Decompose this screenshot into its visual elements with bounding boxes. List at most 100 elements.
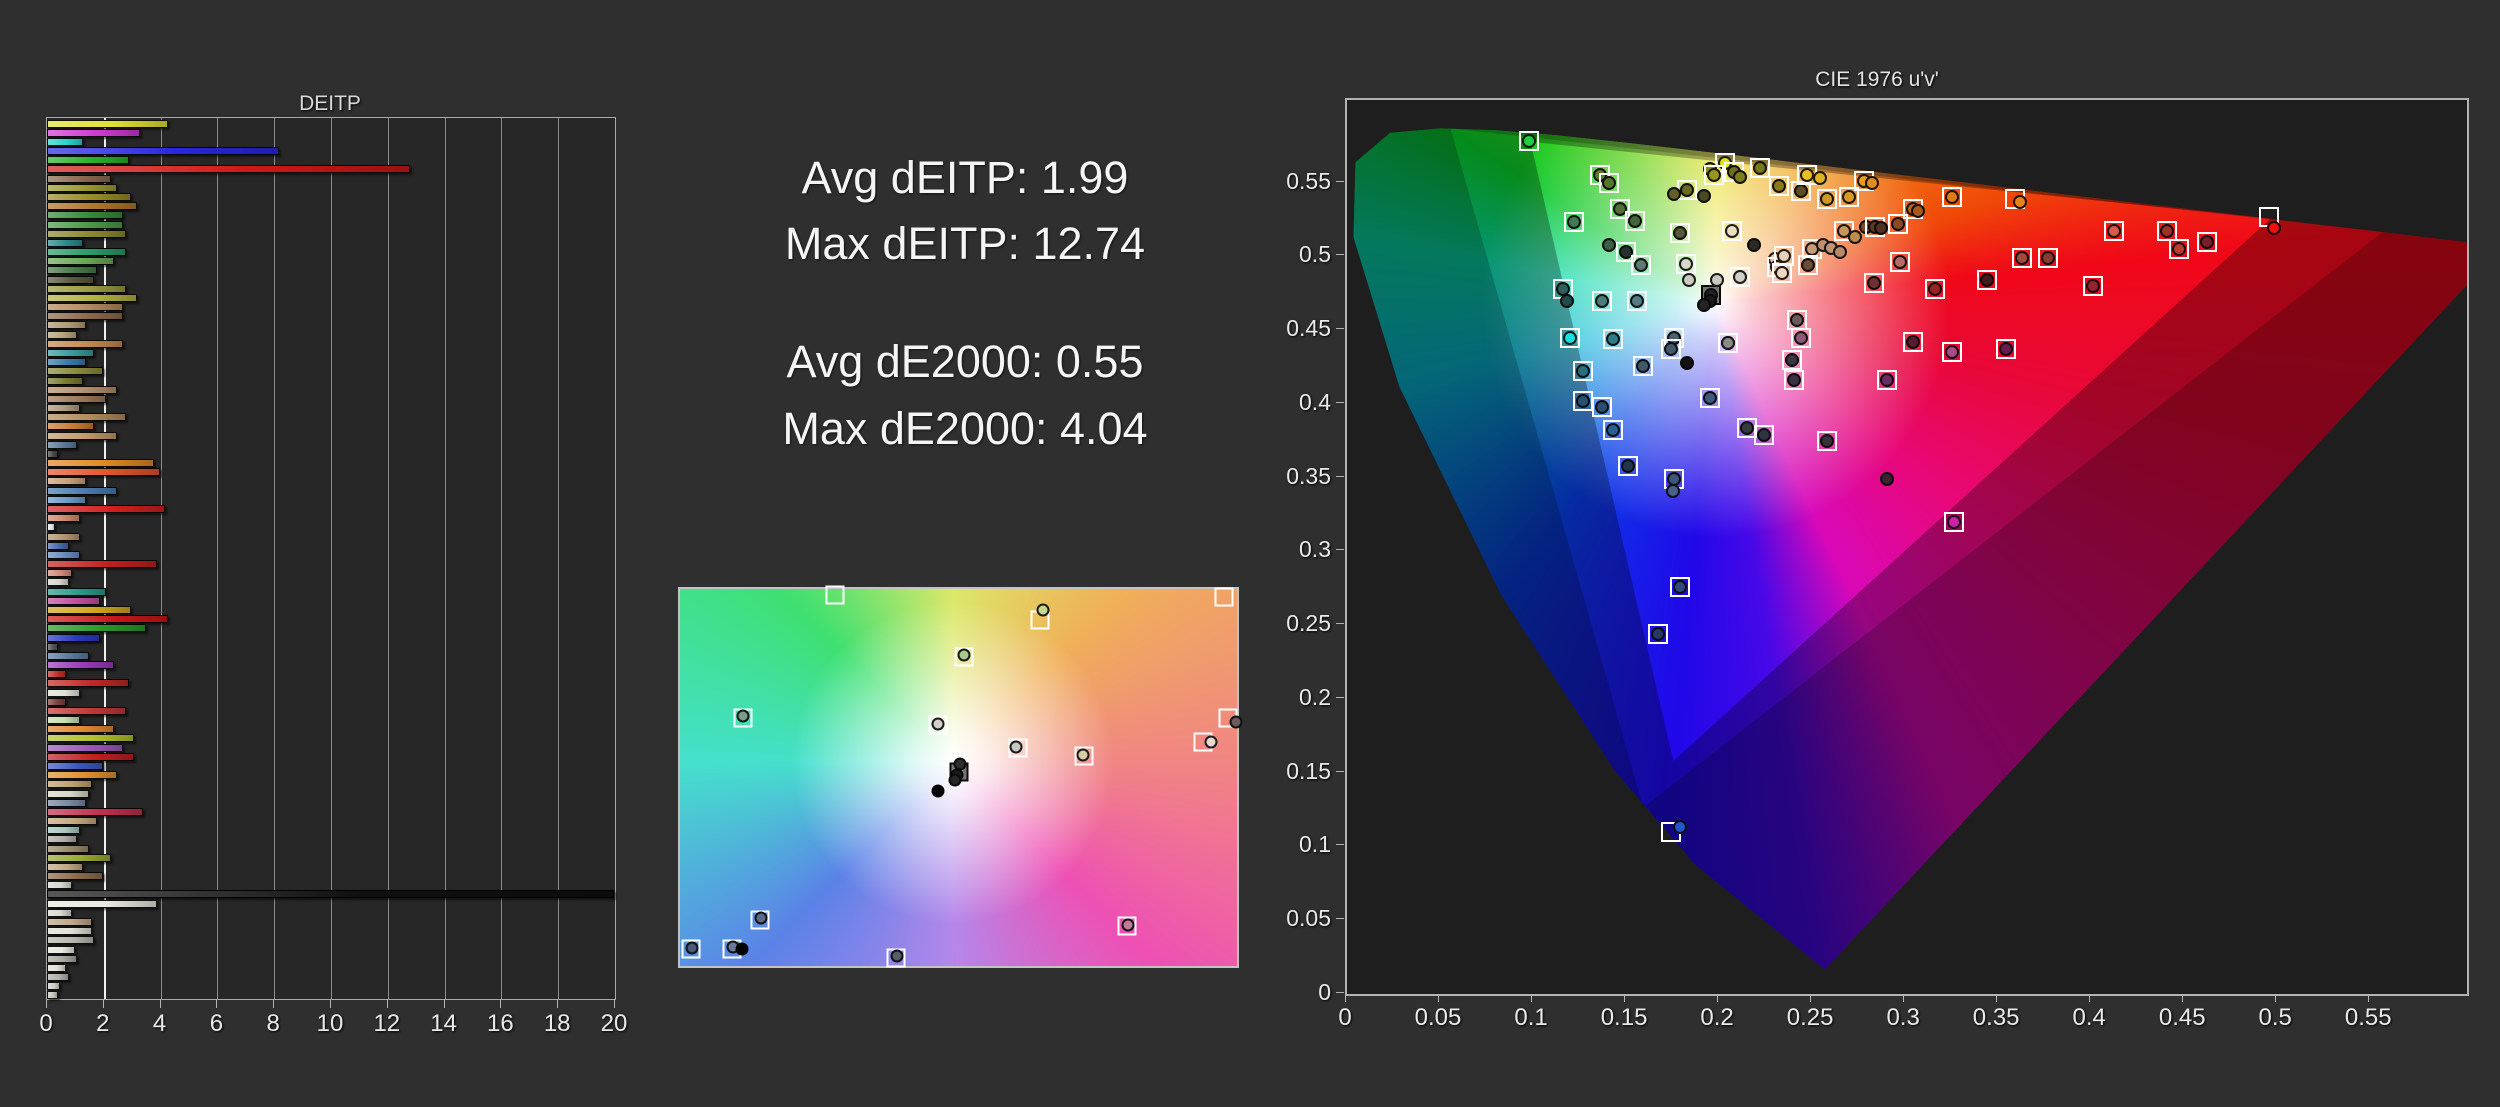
deitp-x-tick-label: 4 (152, 1010, 167, 1037)
cie-x-tick-label: 0 (1338, 1004, 1352, 1031)
cie-y-tick-label: 0.3 (1299, 536, 1331, 563)
deitp-x-tick (159, 1000, 161, 1008)
cie-y-tick (1336, 475, 1344, 477)
deitp-bar (47, 596, 101, 605)
cie-measured-point (1702, 390, 1717, 405)
cie-measured-point (1566, 215, 1581, 230)
cie-y-tick (1336, 549, 1344, 551)
cie-measured-point (1873, 221, 1888, 236)
cie-measured-point (1628, 213, 1643, 228)
deitp-bar (47, 844, 89, 853)
cie-y-tick (1336, 844, 1344, 846)
cie-x-tick-label: 0.15 (1600, 1004, 1648, 1031)
deitp-x-tick-label: 8 (266, 1010, 280, 1037)
cie-plot-area (1345, 98, 2469, 996)
max-deitp-value: Max dEITP: 12.74 (784, 218, 1146, 269)
cie-measured-point (1630, 293, 1645, 308)
cie-measured-point (1606, 331, 1621, 346)
cie-measured-point (1620, 458, 1635, 473)
deitp-bar (47, 661, 115, 670)
deitp-bar (47, 615, 169, 624)
ab-measured-point (1229, 715, 1243, 729)
deitp-bar (47, 826, 81, 835)
cie-measured-point (1706, 168, 1721, 183)
deitp-x-tick-label: 6 (209, 1010, 224, 1037)
deitp-bar (47, 881, 72, 890)
cie-y-tick-label: 0.4 (1299, 388, 1331, 415)
deitp-x-tick-label: 20 (600, 1010, 628, 1037)
ab-target-square (825, 585, 845, 605)
deitp-bar (47, 404, 81, 413)
deitp-bar (47, 605, 132, 614)
cie-measured-point (1946, 514, 1961, 529)
deitp-bar (47, 560, 157, 569)
deitp-bar (47, 330, 78, 339)
deitp-gridline (387, 118, 389, 999)
cie-measured-point (1602, 237, 1617, 252)
cie-y-tick-label: 0.2 (1299, 683, 1331, 710)
cie-measured-point (1563, 330, 1578, 345)
deitp-bar (47, 321, 86, 330)
cie-measured-point (1667, 187, 1682, 202)
deitp-bar (47, 642, 58, 651)
cie-measured-point (1635, 358, 1650, 373)
deitp-bar (47, 202, 138, 211)
cie-measured-point (1790, 312, 1805, 327)
deitp-bar (47, 550, 81, 559)
deitp-bar (47, 156, 129, 165)
deitp-bar (47, 532, 81, 541)
deitp-bar (47, 725, 115, 734)
ab-measured-point (1036, 603, 1050, 617)
deitp-bar (47, 165, 410, 174)
deitp-x-tick (273, 1000, 275, 1008)
cie-y-tick (1336, 254, 1344, 256)
cie-x-tick-label: 0.4 (2072, 1004, 2106, 1031)
deitp-bar (47, 798, 86, 807)
deitp-bar (47, 303, 123, 312)
ab-target-square (1214, 587, 1234, 607)
cie-measured-point (2041, 250, 2056, 265)
cie-y-tick-label: 0.05 (1286, 905, 1331, 932)
cie-y-tick (1336, 180, 1344, 182)
deitp-bar (47, 651, 89, 660)
cie-measured-point (1980, 272, 1994, 287)
deitp-bar (47, 137, 84, 146)
cie-measured-point (1927, 281, 1942, 296)
deitp-bar (47, 385, 118, 394)
deitp-x-tick-label: 2 (96, 1010, 110, 1037)
deitp-bar (47, 917, 92, 926)
deitp-x-tick (386, 1000, 388, 1008)
cie-measured-point (2160, 224, 2175, 239)
cie-measured-point (1775, 265, 1790, 280)
deitp-bar (47, 349, 95, 358)
cie-measured-point (1753, 160, 1768, 175)
cie-measured-point (1710, 272, 1725, 287)
deitp-bar (47, 339, 123, 348)
cie-measured-point (1842, 190, 1857, 205)
cie-measured-point (1890, 216, 1905, 231)
cie-y-tick-label: 0.55 (1286, 167, 1331, 194)
cie-measured-point (1864, 175, 1879, 190)
cie-measured-point (1576, 364, 1591, 379)
cie-measured-point (1697, 298, 1712, 313)
ab-measured-point (735, 942, 749, 956)
cie-measured-point (1801, 258, 1816, 273)
deitp-bar (47, 312, 123, 321)
cie-measured-point (1771, 178, 1786, 193)
deitp-bar (47, 367, 103, 376)
cie-measured-point (1721, 336, 1736, 351)
ab-measured-point (1009, 740, 1023, 754)
deitp-bar (47, 477, 86, 486)
cie-y-tick (1336, 623, 1344, 625)
deitp-bar (47, 413, 126, 422)
deitp-bar (47, 220, 123, 229)
cie-measured-point (2013, 194, 2028, 209)
deitp-bar (47, 789, 89, 798)
deitp-bar (47, 238, 84, 247)
cie-x-tick-label: 0.3 (1886, 1004, 1920, 1031)
cie-x-tick-label: 0.45 (2158, 1004, 2206, 1031)
ab-measured-point (1076, 748, 1090, 761)
cie-measured-point (1740, 420, 1754, 435)
cie-measured-point (1847, 230, 1862, 245)
deitp-x-tick-label: 10 (316, 1010, 344, 1037)
